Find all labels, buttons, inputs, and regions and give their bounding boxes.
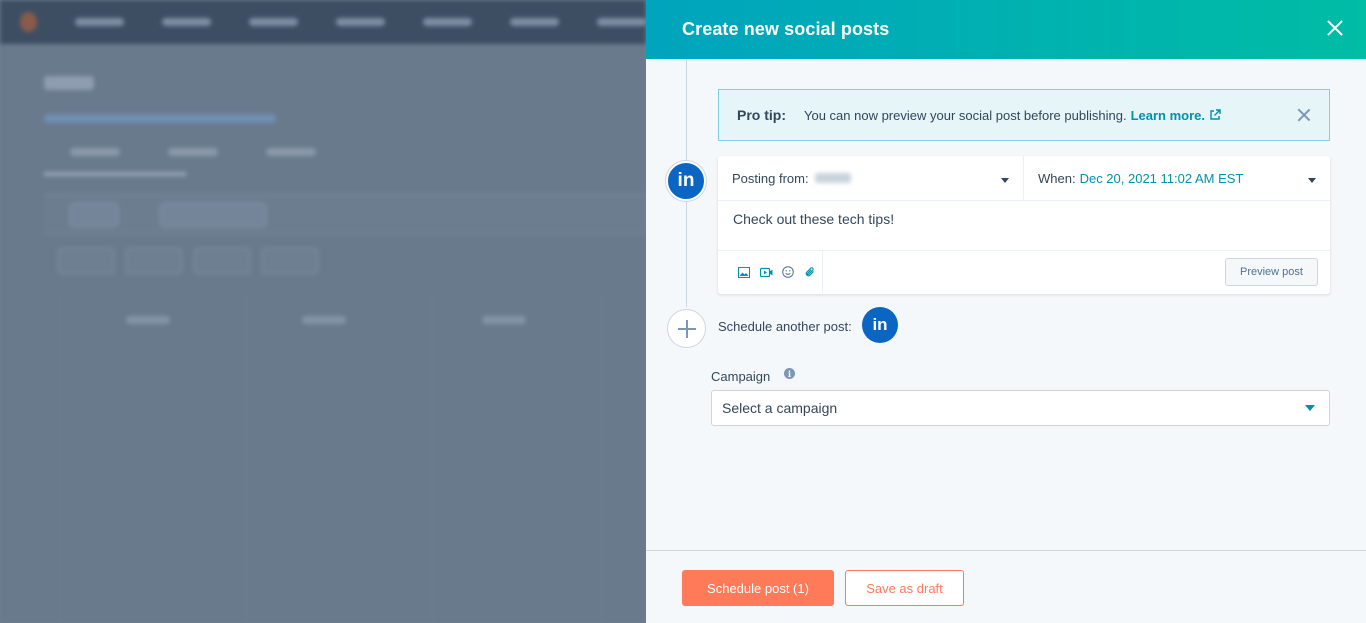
campaign-select[interactable]: Select a campaign (711, 390, 1330, 426)
schedule-linkedin-icon-text: in (872, 315, 888, 334)
chevron-down-icon (1305, 405, 1315, 411)
when-value: Dec 20, 2021 11:02 AM EST (1079, 170, 1244, 186)
panel-header: Create new social posts (646, 0, 1366, 59)
pro-tip-label: Pro tip: (737, 107, 786, 123)
when-dropdown[interactable]: When: Dec 20, 2021 11:02 AM EST (1024, 156, 1330, 200)
background-logo-icon (20, 12, 37, 32)
posting-from-label: Posting from: (732, 170, 809, 186)
learn-more-link-text: Learn more. (1130, 107, 1205, 123)
video-icon[interactable] (759, 265, 773, 279)
external-link-icon (1209, 108, 1221, 121)
campaign-label: Campaign (711, 369, 771, 384)
posting-from-dropdown[interactable]: Posting from: (718, 156, 1024, 200)
preview-post-button[interactable]: Preview post (1225, 258, 1318, 286)
emoji-icon[interactable] (781, 265, 795, 279)
linkedin-icon-text: in (677, 170, 695, 191)
campaign-select-placeholder: Select a campaign (722, 400, 838, 416)
learn-more-link[interactable]: Learn more. (1131, 108, 1221, 123)
add-post-icon[interactable] (667, 309, 706, 348)
schedule-post-button[interactable]: Schedule post (1) (682, 570, 834, 606)
chevron-down-icon (1001, 178, 1009, 183)
panel-footer: Schedule post (1) Save as draft (646, 550, 1366, 623)
save-as-draft-button[interactable]: Save as draft (845, 570, 964, 606)
background-content (0, 44, 646, 623)
close-panel-icon[interactable] (1324, 17, 1346, 39)
post-body-textarea[interactable]: Check out these tech tips! (718, 201, 1330, 251)
post-editor-card: Posting from: When: Dec 20, 2021 11:02 A… (718, 156, 1330, 294)
schedule-linkedin-icon[interactable]: in (862, 307, 898, 343)
linkedin-icon: in (666, 161, 706, 201)
info-icon[interactable]: i (784, 368, 795, 379)
dismiss-tip-icon[interactable] (1297, 108, 1311, 122)
pro-tip-text: You can now preview your social post bef… (804, 107, 1127, 123)
chevron-down-icon (1308, 178, 1316, 183)
schedule-another-label: Schedule another post: (718, 319, 852, 334)
panel-title: Create new social posts (682, 19, 890, 39)
image-icon[interactable] (737, 265, 751, 279)
background-nav (0, 0, 646, 44)
account-name-redacted (814, 173, 851, 183)
create-social-posts-panel: Create new social posts Pro tip: You can… (646, 0, 1366, 623)
when-label: When: (1038, 170, 1076, 186)
background-app-overlay (0, 0, 646, 623)
attachment-icon[interactable] (803, 265, 817, 279)
pro-tip-banner: Pro tip: You can now preview your social… (718, 89, 1330, 141)
